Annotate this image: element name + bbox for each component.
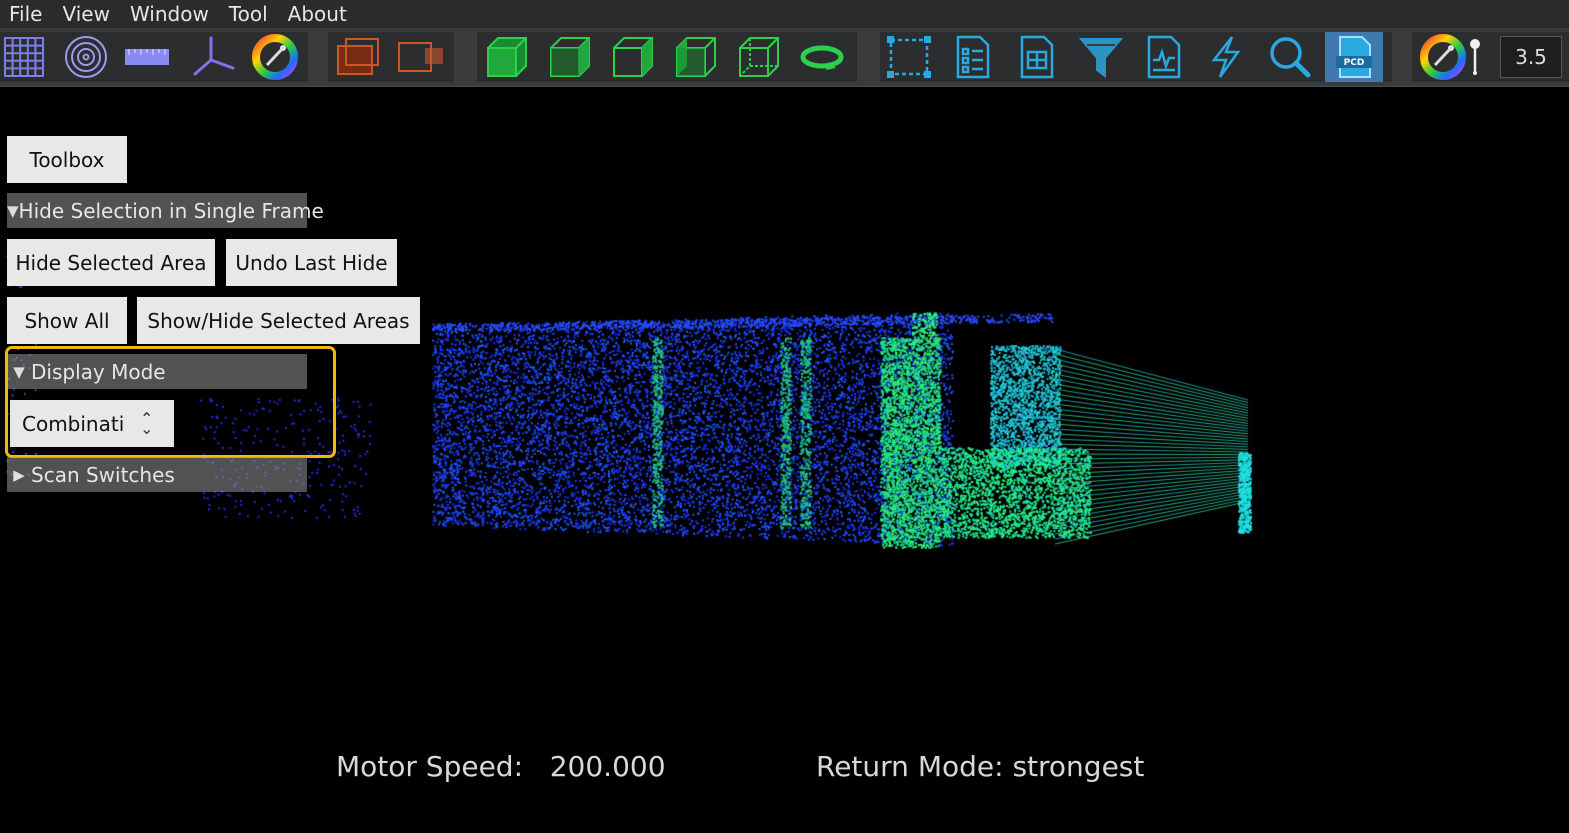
menu-view[interactable]: View (52, 0, 119, 28)
scan-switches-section-header[interactable]: ▶ Scan Switches (7, 457, 307, 492)
point-size-value[interactable]: 3.5 (1500, 36, 1562, 78)
return-mode-status: Return Mode: strongest (816, 750, 1144, 783)
cube-front-icon[interactable] (477, 32, 535, 82)
select-box-icon[interactable] (880, 32, 938, 82)
point-size-icon[interactable] (1460, 32, 1490, 82)
svg-text:PCD: PCD (1344, 58, 1365, 68)
return-mode-value: strongest (1012, 750, 1145, 783)
toolbar: PCD (0, 28, 1569, 87)
show-all-button[interactable]: Show All (7, 297, 127, 344)
waveform-icon[interactable] (1134, 32, 1192, 82)
motor-speed-value: 200.000 (549, 750, 666, 783)
rings-icon[interactable] (57, 32, 115, 82)
cube-left-icon[interactable] (666, 32, 724, 82)
show-hide-selected-areas-button[interactable]: Show/Hide Selected Areas (137, 297, 420, 344)
highlight-box (5, 346, 336, 458)
menu-window[interactable]: Window (120, 0, 219, 28)
grid-icon[interactable] (0, 32, 54, 82)
motor-speed-label: Motor Speed: (336, 750, 524, 783)
toolbox-button[interactable]: Toolbox (7, 136, 127, 183)
menu-file[interactable]: File (0, 0, 52, 28)
hide-selection-section-header[interactable]: ▼ Hide Selection in Single Frame (7, 193, 324, 228)
menu-bar: File View Window Tool About (0, 0, 1569, 28)
triangle-down-icon: ▼ (7, 201, 19, 220)
cube-side-icon[interactable] (540, 32, 598, 82)
list-icon[interactable] (943, 32, 1001, 82)
axes-icon[interactable] (184, 32, 242, 82)
search-icon[interactable] (1261, 32, 1319, 82)
motor-speed-status: Motor Speed: 200.000 (336, 750, 666, 783)
rotate-icon[interactable] (793, 32, 851, 82)
triangle-right-icon: ▶ (13, 465, 25, 484)
return-mode-label: Return Mode: (816, 750, 1004, 783)
point-cloud-viewport[interactable]: Toolbox ▼ Hide Selection in Single Frame… (0, 87, 1569, 833)
cube-corner-icon[interactable] (729, 32, 787, 82)
hide-selection-section-label: Hide Selection in Single Frame (18, 198, 324, 223)
menu-about[interactable]: About (278, 0, 357, 28)
ruler-icon[interactable] (118, 32, 176, 82)
menu-tool[interactable]: Tool (219, 0, 278, 28)
table-icon[interactable] (1007, 32, 1065, 82)
pcd-icon[interactable]: PCD (1325, 32, 1383, 82)
frame-projection-icon[interactable] (391, 32, 449, 82)
frame-box-icon[interactable] (329, 32, 387, 82)
scan-switches-section-label: Scan Switches (31, 462, 175, 487)
hide-selected-area-button[interactable]: Hide Selected Area (7, 239, 215, 286)
color-wheel-icon[interactable] (246, 32, 304, 82)
lightning-icon[interactable] (1197, 32, 1255, 82)
cube-top-icon[interactable] (603, 32, 661, 82)
filter-icon[interactable] (1072, 32, 1130, 82)
undo-last-hide-button[interactable]: Undo Last Hide (226, 239, 397, 286)
